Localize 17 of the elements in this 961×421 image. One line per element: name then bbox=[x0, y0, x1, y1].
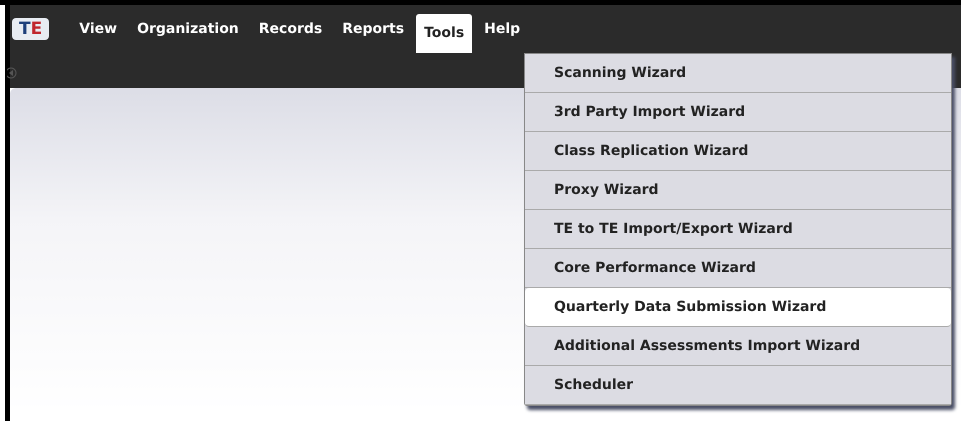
dropdown-item[interactable]: Class Replication Wizard bbox=[525, 132, 951, 171]
dropdown-item[interactable]: Core Performance Wizard bbox=[525, 249, 951, 288]
menu-item[interactable]: Help bbox=[476, 14, 528, 44]
dropdown-item[interactable]: Scanning Wizard bbox=[525, 54, 951, 93]
dropdown-item[interactable]: Scheduler bbox=[525, 366, 951, 405]
menu-item[interactable]: Organization bbox=[129, 14, 247, 44]
dropdown-item[interactable]: TE to TE Import/Export Wizard bbox=[525, 210, 951, 249]
dropdown-item[interactable]: 3rd Party Import Wizard bbox=[525, 93, 951, 132]
dropdown-item[interactable]: Quarterly Data Submission Wizard bbox=[525, 288, 951, 327]
collapse-icon bbox=[7, 67, 17, 79]
menu-item[interactable]: Reports bbox=[334, 14, 412, 44]
dropdown-item[interactable]: Proxy Wizard bbox=[525, 171, 951, 210]
menu-item[interactable]: Tools bbox=[416, 14, 472, 53]
menu-item[interactable]: Records bbox=[250, 14, 330, 44]
logo: TE bbox=[12, 18, 50, 40]
menu-item[interactable]: View bbox=[71, 14, 126, 44]
dropdown-item[interactable]: Additional Assessments Import Wizard bbox=[525, 327, 951, 366]
